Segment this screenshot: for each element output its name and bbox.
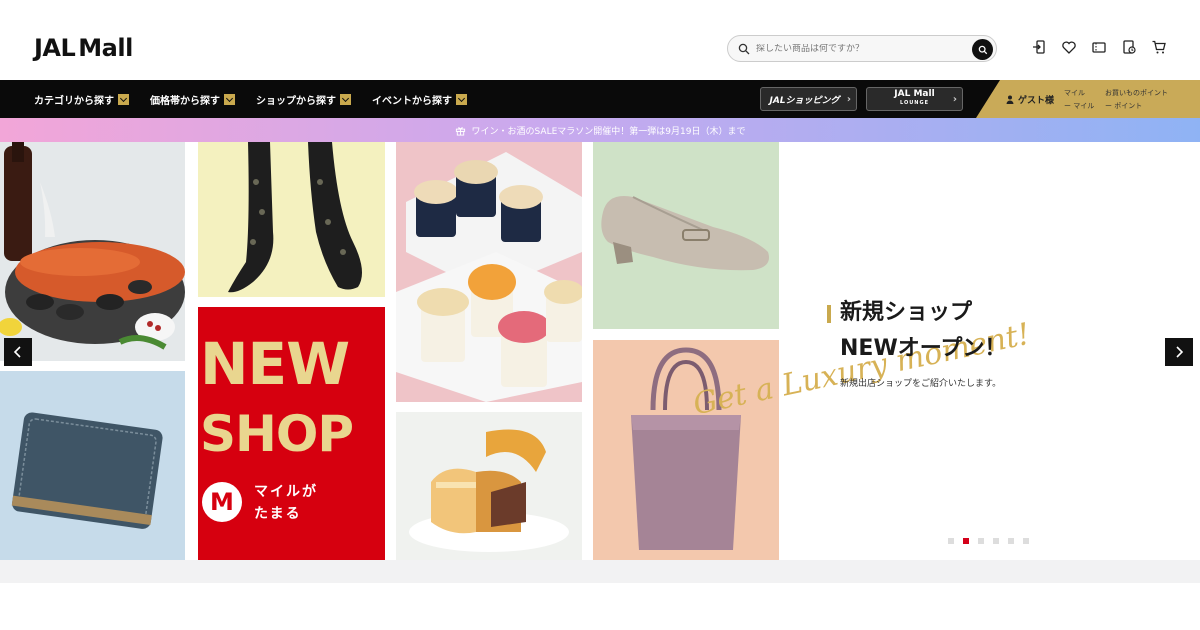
mile-label: マイル — [1064, 89, 1085, 97]
carousel-dot[interactable] — [978, 538, 984, 544]
search-icon — [738, 43, 750, 54]
nav-item-event[interactable]: イベントから探す — [372, 80, 467, 118]
lounge-label: JAL Mall — [894, 89, 935, 99]
chevron-left-icon — [13, 346, 21, 358]
nav-item-label: カテゴリから探す — [34, 95, 114, 107]
logo-prefix: JAL — [34, 34, 76, 62]
seafood-image[interactable] — [0, 142, 185, 361]
chevron-right-icon: › — [846, 93, 851, 105]
jal-shopping-label: JALショッピング — [769, 95, 840, 106]
nav-item-label: ショップから探す — [256, 95, 336, 107]
logo-suffix: Mall — [78, 34, 133, 62]
nav-item-label: イベントから探す — [372, 95, 452, 107]
hero-headline-line1: 新規ショップ — [840, 300, 973, 325]
search-submit-icon — [978, 45, 987, 54]
hero-carousel: NEW SHOP M マイルが たまる Get a Luxury moment!… — [0, 142, 1200, 560]
chevron-down-icon — [340, 93, 351, 105]
carousel-dot[interactable] — [948, 538, 954, 544]
site-header: JAL Mall — [0, 0, 1200, 80]
carousel-dot-active[interactable] — [963, 538, 969, 544]
loafer-image[interactable] — [593, 142, 779, 329]
hero-headline-line2: NEWオープン！ — [840, 336, 1007, 361]
nav-item-shop[interactable]: ショップから探す — [256, 80, 351, 118]
search-bar — [727, 35, 997, 62]
carousel-dot[interactable] — [993, 538, 999, 544]
headline-accent-bar — [827, 305, 831, 323]
point-label: お買いものポイント — [1105, 89, 1168, 97]
gelato-image[interactable] — [396, 142, 582, 402]
section-divider — [0, 560, 1200, 583]
mile-text-line1: マイルが — [254, 484, 318, 500]
user-icon — [1006, 95, 1014, 104]
chevron-right-icon — [1176, 346, 1184, 358]
nav-item-category[interactable]: カテゴリから探す — [34, 80, 129, 118]
guest-panel[interactable]: ゲスト様 マイル ー マイル お買いものポイント ー ポイント — [976, 80, 1200, 118]
search-input[interactable] — [756, 43, 956, 54]
mile-badge-circle: M — [202, 482, 242, 522]
history-icon[interactable] — [1120, 38, 1138, 56]
carousel-prev-button[interactable] — [4, 338, 32, 366]
hero-headline: 新規ショップ NEWオープン！ — [840, 295, 1006, 367]
search-submit-button[interactable] — [972, 39, 993, 60]
header-icons — [1030, 38, 1168, 56]
mile-badge-letter: M — [210, 488, 234, 516]
baumkuchen-image[interactable] — [396, 412, 582, 560]
socks-image[interactable] — [198, 142, 385, 297]
mile-value: ー マイル — [1064, 102, 1095, 110]
new-shop-line2: SHOP — [200, 405, 354, 463]
carousel-pagination — [948, 538, 1029, 544]
chevron-down-icon — [456, 93, 467, 105]
coupon-icon[interactable] — [1090, 38, 1108, 56]
new-shop-banner[interactable]: NEW SHOP M マイルが たまる — [198, 307, 385, 560]
new-shop-line1: NEW — [200, 330, 350, 398]
point-value: ー ポイント — [1105, 102, 1143, 110]
chevron-down-icon — [224, 93, 235, 105]
announcement-bar[interactable]: ワイン・お酒のSALEマラソン開催中！第一弾は9月19日（木）まで — [0, 118, 1200, 142]
mile-text-line2: たまる — [254, 506, 302, 522]
announcement-text: ワイン・お酒のSALEマラソン開催中！第一弾は9月19日（木）まで — [471, 126, 746, 137]
wallet-image[interactable] — [0, 371, 185, 560]
favorite-icon[interactable] — [1060, 38, 1078, 56]
jal-mall-lounge-link[interactable]: JAL Mall LOUNGE › — [866, 87, 963, 111]
cart-icon[interactable] — [1150, 38, 1168, 56]
carousel-dot[interactable] — [1023, 538, 1029, 544]
carousel-dot[interactable] — [1008, 538, 1014, 544]
nav-item-label: 価格帯から探す — [150, 95, 220, 107]
jal-mall-logo[interactable]: JAL Mall — [34, 34, 133, 62]
carousel-next-button[interactable] — [1165, 338, 1193, 366]
tote-bag-image[interactable] — [593, 340, 779, 560]
gift-icon — [455, 126, 465, 136]
guest-name: ゲスト様 — [1018, 96, 1055, 106]
chevron-down-icon — [118, 93, 129, 105]
jal-shopping-link[interactable]: JALショッピング › — [760, 87, 857, 111]
lounge-sub-label: LOUNGE — [899, 100, 930, 106]
hero-subtitle: 新規出店ショップをご紹介いたします。 — [840, 379, 1002, 389]
login-icon[interactable] — [1030, 38, 1048, 56]
chevron-right-icon: › — [952, 93, 957, 105]
nav-item-price[interactable]: 価格帯から探す — [150, 80, 235, 118]
